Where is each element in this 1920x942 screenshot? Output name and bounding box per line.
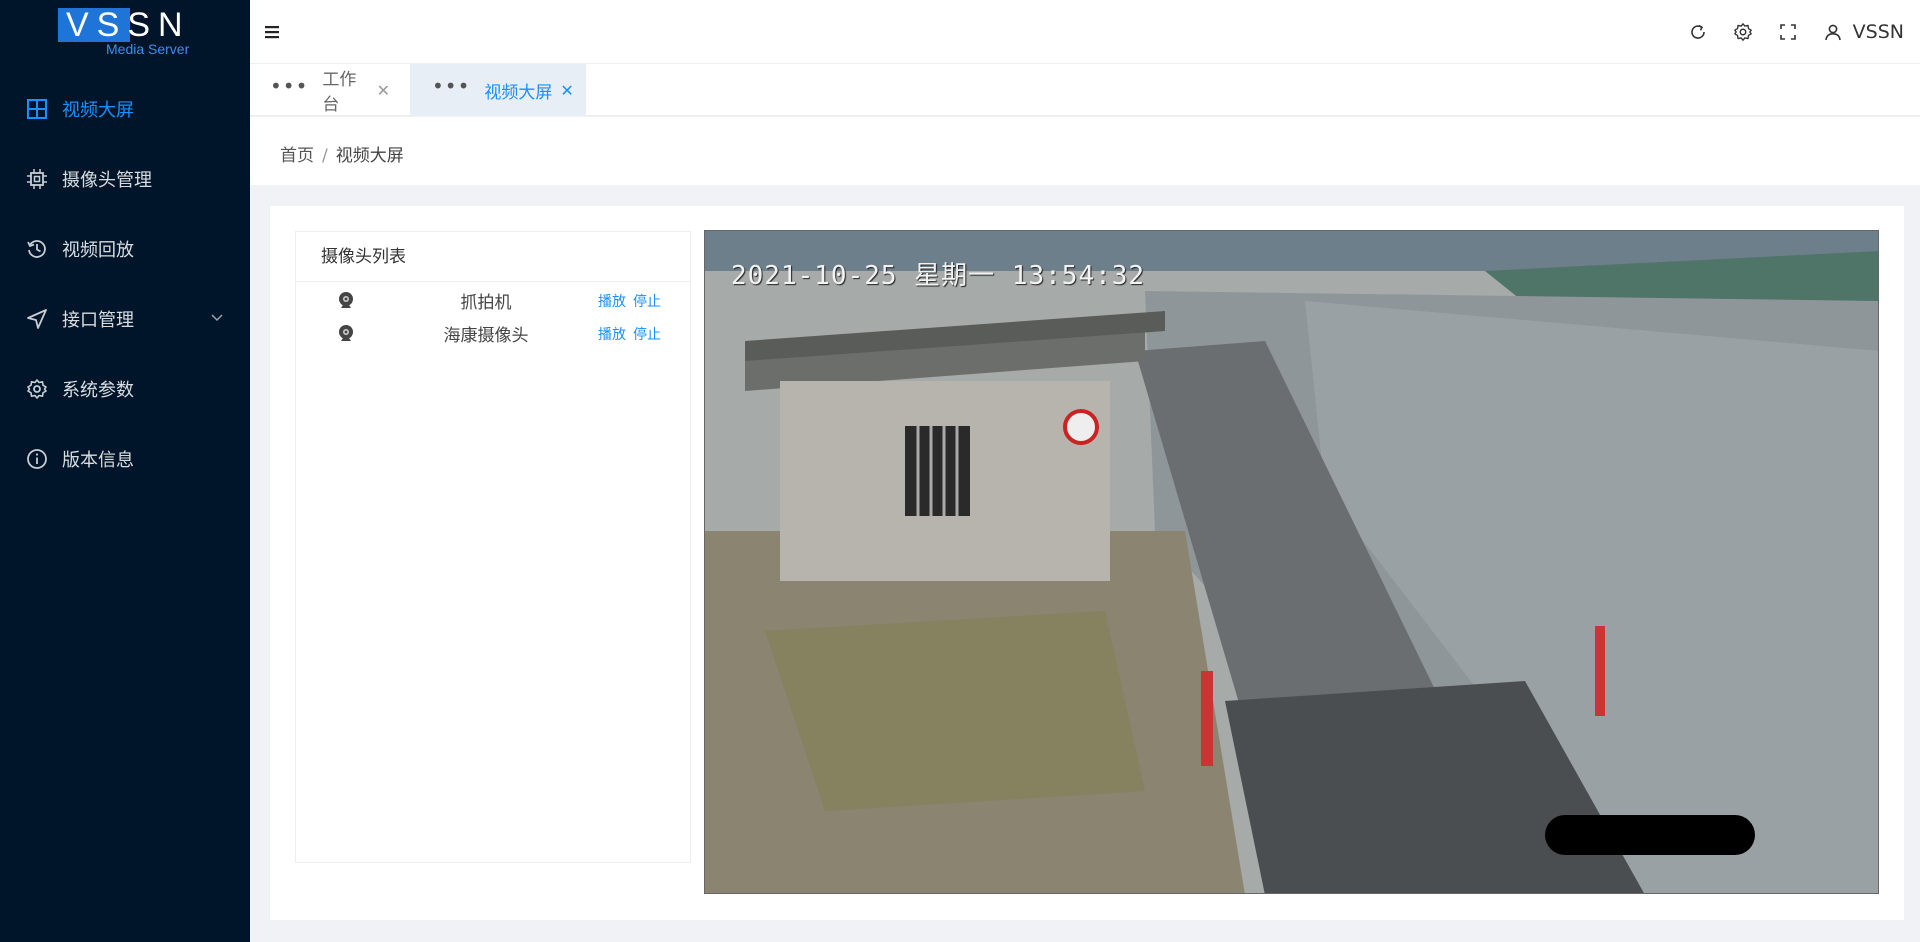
tab-video-wall[interactable]: ••• 视频大屏 ✕ xyxy=(410,64,586,116)
video-frame-image xyxy=(705,231,1878,893)
history-icon xyxy=(26,238,48,260)
logo-text: VSSN xyxy=(66,6,191,44)
video-player[interactable]: 2021-10-25 星期一 13:54:32 xyxy=(704,230,1879,894)
sidebar-item-system-params[interactable]: 系统参数 xyxy=(0,354,250,424)
stop-button[interactable]: 停止 xyxy=(633,294,661,310)
sidebar-item-video-wall[interactable]: 视频大屏 xyxy=(0,74,250,144)
camera-list-item[interactable]: 抓拍机 播放 停止 xyxy=(296,284,690,317)
breadcrumb-home[interactable]: 首页 xyxy=(280,146,314,166)
info-icon xyxy=(26,448,48,470)
sidebar-item-label: 摄像头管理 xyxy=(62,170,152,191)
sidebar-item-version-info[interactable]: 版本信息 xyxy=(0,424,250,494)
sidebar-item-label: 视频大屏 xyxy=(62,100,134,121)
sidebar-item-label: 版本信息 xyxy=(62,450,134,471)
play-button[interactable]: 播放 xyxy=(598,327,626,343)
stop-button[interactable]: 停止 xyxy=(633,327,661,343)
breadcrumb: 首页 / 视频大屏 xyxy=(280,141,404,166)
sidebar-item-label: 视频回放 xyxy=(62,240,134,261)
more-icon[interactable]: ••• xyxy=(432,76,470,96)
sidebar-item-camera-management[interactable]: 摄像头管理 xyxy=(0,144,250,214)
breadcrumb-separator: / xyxy=(322,146,328,166)
chip-icon xyxy=(26,168,48,190)
sidebar: VSSN Media Server 视频大屏 摄像头管理 视频回放 接口管理 系… xyxy=(0,0,250,942)
sidebar-item-api-management[interactable]: 接口管理 xyxy=(0,284,250,354)
tab-workbench[interactable]: ••• 工作台 ✕ xyxy=(270,64,390,116)
top-header: VSSN xyxy=(250,0,1920,64)
sidebar-item-video-playback[interactable]: 视频回放 xyxy=(0,214,250,284)
video-timestamp: 2021-10-25 星期一 13:54:32 xyxy=(731,261,1146,291)
camera-name: 抓拍机 xyxy=(460,293,512,313)
tab-bar: ••• 工作台 ✕ ••• 视频大屏 ✕ xyxy=(250,64,1920,116)
refresh-icon[interactable] xyxy=(1688,22,1708,42)
gear-icon xyxy=(26,378,48,400)
camera-actions: 播放 停止 xyxy=(598,291,668,311)
send-icon xyxy=(26,308,48,330)
close-icon[interactable]: ✕ xyxy=(377,81,390,100)
header-actions: VSSN xyxy=(1663,0,1904,64)
grid-icon xyxy=(26,98,48,120)
sidebar-item-label: 接口管理 xyxy=(62,310,134,331)
sidebar-item-label: 系统参数 xyxy=(62,380,134,401)
settings-icon[interactable] xyxy=(1733,22,1753,42)
close-icon[interactable]: ✕ xyxy=(560,81,573,100)
tab-label: 工作台 xyxy=(322,70,357,115)
breadcrumb-bar: 首页 / 视频大屏 xyxy=(250,117,1920,185)
user-icon[interactable] xyxy=(1823,22,1843,42)
more-icon[interactable]: ••• xyxy=(270,76,308,96)
sidebar-menu: 视频大屏 摄像头管理 视频回放 接口管理 系统参数 版本信息 xyxy=(0,74,250,494)
camera-list-panel: 摄像头列表 抓拍机 播放 停止 海康摄像头 播放 停止 xyxy=(295,231,691,863)
webcam-icon xyxy=(336,290,356,312)
logo-subtitle: Media Server xyxy=(106,41,190,57)
fullscreen-icon[interactable] xyxy=(1778,22,1798,42)
username[interactable]: VSSN xyxy=(1853,21,1904,43)
breadcrumb-current: 视频大屏 xyxy=(335,146,404,166)
main-content: 摄像头列表 抓拍机 播放 停止 海康摄像头 播放 停止 2021-10-25 星… xyxy=(270,206,1904,920)
tab-label: 视频大屏 xyxy=(484,82,553,103)
menu-toggle-icon[interactable] xyxy=(264,24,282,40)
chevron-down-icon xyxy=(210,308,224,322)
webcam-icon xyxy=(336,323,356,345)
camera-list-item[interactable]: 海康摄像头 播放 停止 xyxy=(296,317,690,350)
camera-list-title: 摄像头列表 xyxy=(296,232,690,282)
camera-name: 海康摄像头 xyxy=(443,326,529,346)
camera-actions: 播放 停止 xyxy=(598,324,668,344)
play-button[interactable]: 播放 xyxy=(598,294,626,310)
logo: VSSN Media Server xyxy=(58,8,189,57)
